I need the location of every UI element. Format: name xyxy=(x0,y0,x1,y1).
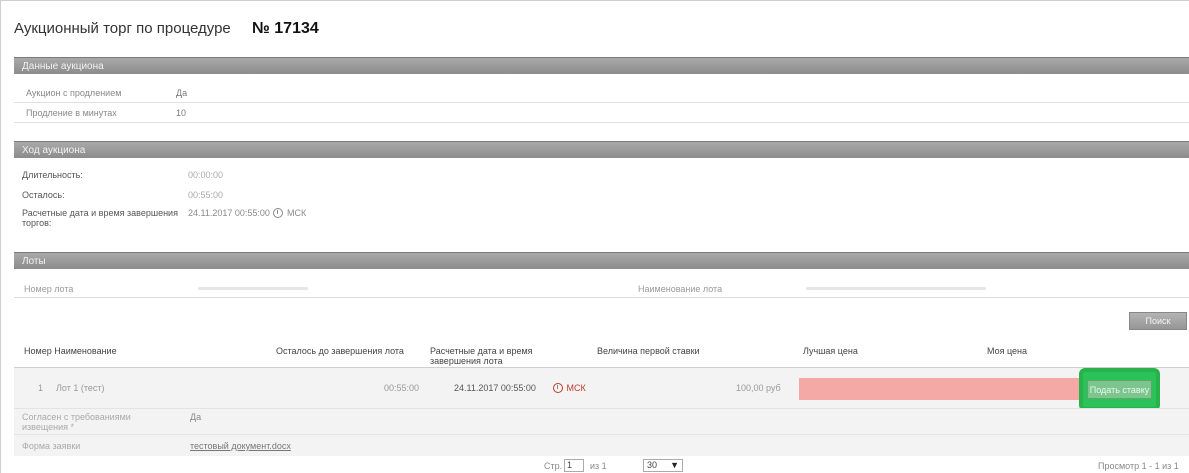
auction-extension-label: Аукцион с продлением xyxy=(26,88,122,98)
auction-extension-row: Аукцион с продлением Да xyxy=(14,84,1189,103)
col-end-datetime: Расчетные дата и время завершения лота xyxy=(430,346,533,366)
per-page-select[interactable]: 30 ▼ xyxy=(643,459,683,472)
duration-row: Длительность: 00:00:00 xyxy=(22,170,223,180)
form-document-link[interactable]: тестовый документ.docx xyxy=(190,441,291,451)
page-title: Аукционный торг по процедуре № 17134 xyxy=(14,20,319,44)
bid-button-highlight: Подать ставку xyxy=(1079,368,1160,411)
clock-icon xyxy=(273,208,284,218)
lot-end-date: 24.11.2017 00:55:00 xyxy=(454,383,536,393)
per-page-value: 30 xyxy=(647,460,658,470)
auction-data-header: Данные аукциона xyxy=(14,57,1189,74)
lot-end-tz-wrap: МСК xyxy=(552,383,586,393)
lot-end-tz: МСК xyxy=(566,383,586,393)
duration-label: Длительность: xyxy=(22,170,83,180)
agree-label: Согласен с требованиями извещения * xyxy=(22,412,131,432)
col-remaining: Осталось до завершения лота xyxy=(276,346,404,356)
lot-number: 1 xyxy=(38,383,44,393)
page-title-text: Аукционный торг по процедуре xyxy=(14,20,231,37)
extension-minutes-value: 10 xyxy=(176,108,187,118)
lot-remaining: 00:55:00 xyxy=(384,383,420,393)
pager-summary: Просмотр 1 - 1 из 1 xyxy=(1098,461,1179,471)
chevron-down-icon: ▼ xyxy=(670,460,679,470)
procedure-number: № 17134 xyxy=(252,20,319,37)
auction-progress-header: Ход аукциона xyxy=(14,141,1189,158)
extension-minutes-row: Продление в минутах 10 xyxy=(14,104,1189,123)
lot-first-bid: 100,00 руб xyxy=(736,383,781,393)
end-datetime-row: Расчетные дата и время завершения торгов… xyxy=(22,208,306,228)
end-datetime-value: 24.11.2017 00:55:00 xyxy=(188,208,270,218)
end-datetime-label: Расчетные дата и время завершения торгов… xyxy=(22,208,178,228)
lot-name-filter-label: Наименование лота xyxy=(638,284,723,294)
lot-name-filter-input[interactable] xyxy=(794,282,1184,294)
duration-value: 00:00:00 xyxy=(188,170,224,180)
auction-extension-value: Да xyxy=(176,88,188,98)
extension-minutes-label: Продление в минутах xyxy=(26,108,117,118)
lots-table-header: Номер Наименование Осталось до завершени… xyxy=(14,340,1189,368)
page-of-label: из 1 xyxy=(590,461,607,471)
end-datetime-value-wrap: 24.11.2017 00:55:00 МСК xyxy=(188,208,306,228)
end-datetime-tz: МСК xyxy=(286,208,307,218)
lot-number-filter-label: Номер лота xyxy=(24,284,74,294)
lot-name-filter-placeholder xyxy=(806,287,986,290)
col-best-price: Лучшая цена xyxy=(803,346,858,356)
col-my-price: Моя цена xyxy=(987,346,1028,356)
lots-filter-row: Номер лота Наименование лота xyxy=(14,280,1189,298)
search-button[interactable]: Поиск xyxy=(1129,312,1187,330)
form-row: Форма заявки тестовый документ.docx xyxy=(14,434,1189,456)
best-price-cell xyxy=(799,378,1084,400)
remaining-row: Осталось: 00:55:00 xyxy=(22,190,223,200)
remaining-label: Осталось: xyxy=(22,190,65,200)
col-first-bid: Величина первой ставки xyxy=(597,346,700,356)
pagination: Стр. 1 из 1 30 ▼ Просмотр 1 - 1 из 1 xyxy=(0,459,1189,473)
lot-name[interactable]: Лот 1 (тест) xyxy=(56,383,105,393)
form-label: Форма заявки xyxy=(22,441,81,451)
lots-header: Лоты xyxy=(14,252,1189,269)
agree-value: Да xyxy=(190,412,202,422)
place-bid-button[interactable]: Подать ставку xyxy=(1087,380,1152,399)
remaining-value: 00:55:00 xyxy=(188,190,224,200)
lot-number-filter-placeholder xyxy=(198,287,308,290)
col-number-name: Номер Наименование xyxy=(24,346,117,356)
page-input[interactable]: 1 xyxy=(564,459,584,472)
page-label: Стр. xyxy=(544,461,563,471)
lot-number-filter-input[interactable] xyxy=(186,282,606,294)
clock-icon xyxy=(553,383,563,393)
table-row: 1 Лот 1 (тест) 00:55:00 24.11.2017 00:55… xyxy=(14,368,1189,408)
agree-row: Согласен с требованиями извещения * Да xyxy=(14,408,1189,434)
